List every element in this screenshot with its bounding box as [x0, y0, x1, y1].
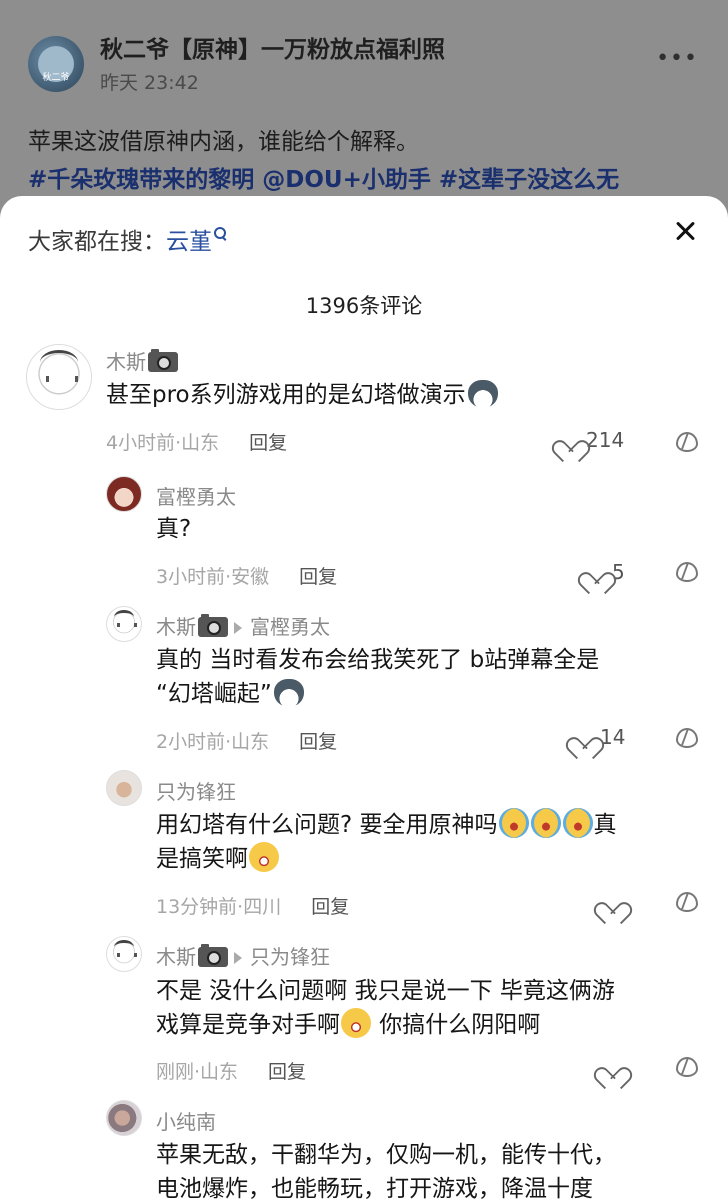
avatar[interactable] — [106, 770, 142, 806]
comment-username[interactable]: 木斯 富樫勇太 — [156, 611, 330, 640]
dislike-icon[interactable] — [674, 430, 698, 452]
like-count: 214 — [586, 428, 625, 452]
comment-text-line: 用幻塔有什么问题? 要全用原神吗 真 — [156, 808, 617, 842]
comment-text: 真? — [156, 516, 192, 542]
comment-text-body: 你搞什么阴阳啊 — [372, 1012, 541, 1038]
avatar[interactable] — [26, 344, 92, 410]
comment-count: 1396条评论 — [305, 294, 423, 318]
comment-text: 苹果无敌，干翻华为，仅购一机，能传十代， 电池爆炸，也能畅玩，打开游戏，降温十度 — [156, 1138, 616, 1200]
comment-username[interactable]: 富樫勇太 — [156, 481, 236, 510]
comment-meta: 刚刚·山东 回复 — [156, 1057, 306, 1084]
reply-button[interactable]: 回复 — [311, 896, 349, 918]
sweat-smile-emoji-icon — [341, 1008, 371, 1038]
post-time: 昨天 23:42 — [100, 72, 199, 94]
sweat-smile-emoji-icon — [249, 842, 279, 872]
reply-arrow-icon — [234, 621, 242, 634]
laugh-cry-emoji-icon — [498, 808, 529, 838]
comment-text-line: 电池爆炸，也能畅玩，打开游戏，降温十度 — [156, 1176, 593, 1200]
avatar[interactable] — [106, 936, 142, 972]
comment-text-body: “幻塔崛起” — [156, 681, 272, 707]
comment-username[interactable]: 木斯 只为锋狂 — [156, 941, 330, 970]
comment-text-body: 甚至pro系列游戏用的是幻塔做演示 — [106, 382, 466, 408]
reply-button[interactable]: 回复 — [299, 731, 337, 753]
comment-username[interactable]: 只为锋狂 — [156, 776, 236, 805]
time-location: 3小时前·安徽 — [156, 566, 270, 588]
comment-meta: 4小时前·山东 回复 — [106, 428, 287, 455]
comment-text: 甚至pro系列游戏用的是幻塔做演示 — [106, 378, 498, 412]
comment-text-body: 是搞笑啊 — [156, 846, 248, 872]
comment-meta: 13分钟前·四川 回复 — [156, 892, 349, 919]
comment-text-line: 苹果无敌，干翻华为，仅购一机，能传十代， — [156, 1142, 616, 1168]
avatar[interactable] — [106, 606, 142, 642]
comment-text-body: 戏算是竞争对手啊 — [156, 1012, 340, 1038]
post-author[interactable]: 秋二爷【原神】一万粉放点福利照 — [100, 30, 445, 64]
dog-emoji-icon — [467, 380, 498, 408]
laugh-cry-emoji-icon — [562, 808, 593, 838]
like-button[interactable]: 214 — [558, 428, 624, 452]
username-text[interactable]: 木斯 — [106, 350, 146, 374]
camera-icon — [198, 944, 228, 967]
avatar[interactable] — [106, 476, 142, 512]
dislike-icon[interactable] — [674, 560, 698, 582]
search-label: 大家都在搜： — [28, 229, 166, 255]
comment-text-line: “幻塔崛起” — [156, 677, 599, 711]
comment-meta: 3小时前·安徽 回复 — [156, 562, 337, 589]
comment-text-line: 不是 没什么问题啊 我只是说一下 毕竟这俩游 — [156, 978, 615, 1004]
dog-emoji-icon — [273, 679, 304, 707]
dislike-icon[interactable] — [674, 726, 698, 748]
comment-text-body: 用幻塔有什么问题? 要全用原神吗 — [156, 812, 498, 838]
reply-button[interactable]: 回复 — [249, 432, 287, 454]
time-location: 2小时前·山东 — [156, 731, 270, 753]
camera-icon — [198, 614, 228, 637]
laugh-cry-emoji-icon — [530, 808, 561, 838]
comment-text-line: 是搞笑啊 — [156, 842, 617, 876]
like-button[interactable]: 5 — [584, 560, 625, 584]
post-tags[interactable]: #千朵玫瑰带来的黎明 @DOU+小助手 #这辈子没这么无 — [28, 160, 708, 194]
post-header: 秋二爷 秋二爷【原神】一万粉放点福利照 昨天 23:42 ••• 苹果这波借原神… — [0, 0, 728, 220]
avatar-text: 秋二爷 — [42, 73, 70, 83]
comment-username[interactable]: 小纯南 — [156, 1106, 216, 1135]
more-options-icon[interactable]: ••• — [656, 46, 698, 71]
search-icon — [214, 227, 228, 241]
heart-icon — [600, 892, 622, 912]
dislike-icon[interactable] — [674, 890, 698, 912]
close-button[interactable] — [672, 218, 698, 244]
reply-button[interactable]: 回复 — [299, 566, 337, 588]
avatar[interactable] — [106, 1100, 142, 1136]
heart-icon — [558, 430, 580, 450]
trending-search[interactable]: 大家都在搜：云堇 — [28, 222, 228, 256]
comment-username[interactable]: 木斯 — [106, 346, 178, 375]
comment-text: 真的 当时看发布会给我笑死了 b站弹幕全是 “幻塔崛起” — [156, 643, 599, 711]
comment-text: 不是 没什么问题啊 我只是说一下 毕竟这俩游 戏算是竞争对手啊 你搞什么阴阳啊 — [156, 974, 615, 1042]
reply-target-name[interactable]: 只为锋狂 — [250, 945, 330, 969]
camera-icon — [148, 349, 178, 372]
comment-text-line: 真的 当时看发布会给我笑死了 b站弹幕全是 — [156, 647, 600, 673]
comment-text: 用幻塔有什么问题? 要全用原神吗 真 是搞笑啊 — [156, 808, 617, 876]
dislike-icon[interactable] — [674, 1055, 698, 1077]
username-text[interactable]: 木斯 — [156, 945, 196, 969]
like-button[interactable] — [600, 1055, 628, 1079]
reply-arrow-icon — [234, 951, 242, 964]
comment-text-body: 真 — [593, 812, 617, 838]
like-button[interactable] — [600, 890, 628, 914]
time-location: 4小时前·山东 — [106, 432, 220, 454]
time-location: 13分钟前·四川 — [156, 896, 282, 918]
username-text[interactable]: 木斯 — [156, 615, 196, 639]
heart-icon — [584, 562, 606, 582]
comment-text-line: 戏算是竞争对手啊 你搞什么阴阳啊 — [156, 1008, 615, 1042]
reply-target-name[interactable]: 富樫勇太 — [250, 615, 330, 639]
author-avatar[interactable]: 秋二爷 — [28, 36, 84, 92]
like-button[interactable]: 14 — [572, 725, 625, 749]
reply-button[interactable]: 回复 — [268, 1061, 306, 1083]
post-text: 苹果这波借原神内涵，谁能给个解释。 — [28, 129, 419, 155]
comment-meta: 2小时前·山东 回复 — [156, 727, 337, 754]
heart-icon — [600, 1057, 622, 1077]
comment-sheet: 大家都在搜：云堇 1396条评论 木斯 甚至pro系列游戏用的是幻塔做演示 4小… — [0, 196, 728, 1200]
search-term[interactable]: 云堇 — [166, 229, 212, 255]
time-location: 刚刚·山东 — [156, 1061, 239, 1083]
heart-icon — [572, 727, 594, 747]
